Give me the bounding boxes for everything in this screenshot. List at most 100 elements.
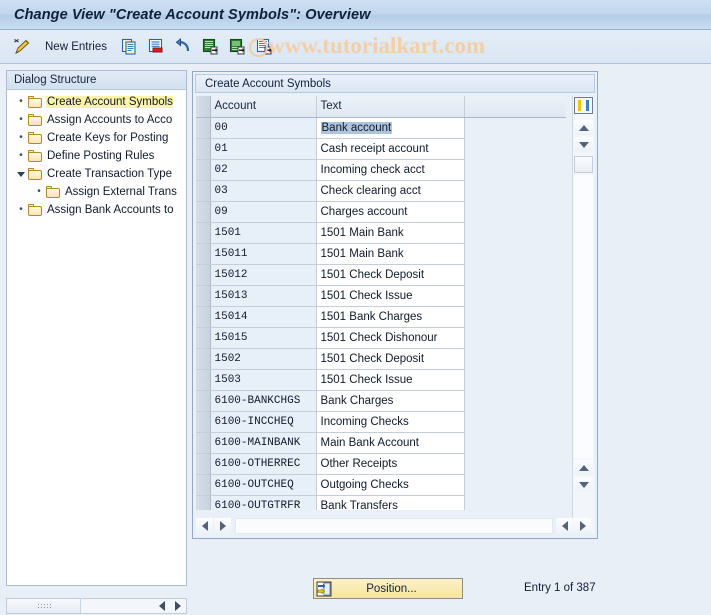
cell-account[interactable]: 15015 <box>210 327 317 349</box>
tree-item-assign-bank-accounts[interactable]: • Assign Bank Accounts to <box>7 201 186 219</box>
tree-item-create-transaction-type[interactable]: Create Transaction Type <box>7 165 186 183</box>
table-row[interactable]: 6100-MAINBANK Main Bank Account <box>196 432 566 454</box>
row-select-cell[interactable] <box>196 201 211 223</box>
row-select-cell[interactable] <box>196 285 211 307</box>
row-select-cell[interactable] <box>196 390 211 412</box>
sidebar-scroll-right-button[interactable] <box>170 599 186 613</box>
sidebar-scroll-left-button[interactable] <box>154 599 170 613</box>
row-select-cell[interactable] <box>196 432 211 454</box>
table-row[interactable]: 15011 1501 Main Bank <box>196 243 566 265</box>
row-select-cell[interactable] <box>196 474 211 496</box>
cell-account[interactable]: 1501 <box>210 222 317 244</box>
scroll-up-bottom-button[interactable] <box>574 460 593 475</box>
scroll-down-bottom-button[interactable] <box>574 477 593 492</box>
cell-text[interactable]: Bank account <box>316 117 465 139</box>
select-block-button[interactable] <box>224 34 251 60</box>
cell-account[interactable]: 02 <box>210 159 317 181</box>
table-row[interactable]: 15012 1501 Check Deposit <box>196 264 566 286</box>
cell-account[interactable]: 15013 <box>210 285 317 307</box>
table-row[interactable]: 1503 1501 Check Issue <box>196 369 566 391</box>
table-row[interactable]: 15013 1501 Check Issue <box>196 285 566 307</box>
cell-account[interactable]: 15011 <box>210 243 317 265</box>
cell-account[interactable]: 6100-MAINBANK <box>210 432 317 454</box>
cell-text[interactable]: 1501 Check Dishonour <box>316 327 465 349</box>
row-select-cell[interactable] <box>196 117 211 139</box>
cell-account[interactable]: 6100-OUTGTRFR <box>210 495 317 510</box>
new-entries-button[interactable]: New Entries <box>36 34 116 60</box>
cell-account[interactable]: 6100-BANKCHGS <box>210 390 317 412</box>
scroll-up-top-button[interactable] <box>574 120 593 135</box>
position-button[interactable]: Position... <box>313 578 463 599</box>
row-select-cell[interactable] <box>196 495 211 510</box>
row-select-cell[interactable] <box>196 180 211 202</box>
row-select-cell[interactable] <box>196 327 211 349</box>
scroll-track[interactable] <box>574 175 593 458</box>
row-select-cell[interactable] <box>196 411 211 433</box>
row-select-cell[interactable] <box>196 348 211 370</box>
cell-text[interactable]: Main Bank Account <box>316 432 465 454</box>
cell-text[interactable]: Incoming check acct <box>316 159 465 181</box>
table-horizontal-scrollbar[interactable] <box>196 517 592 534</box>
cell-text[interactable]: Check clearing acct <box>316 180 465 202</box>
table-row[interactable]: 01 Cash receipt account <box>196 138 566 160</box>
scroll-grip-handle[interactable] <box>7 599 81 613</box>
cell-account[interactable]: 6100-OTHERREC <box>210 453 317 475</box>
cell-account[interactable]: 00 <box>210 117 317 139</box>
undo-button[interactable] <box>170 34 197 60</box>
cell-account[interactable]: 6100-OUTCHEQ <box>210 474 317 496</box>
table-row[interactable]: 6100-INCCHEQ Incoming Checks <box>196 411 566 433</box>
cell-text[interactable]: 1501 Check Deposit <box>316 348 465 370</box>
cell-text[interactable]: 1501 Check Deposit <box>316 264 465 286</box>
table-row[interactable]: 6100-OUTCHEQ Outgoing Checks <box>196 474 566 496</box>
row-select-cell[interactable] <box>196 453 211 475</box>
row-select-cell[interactable] <box>196 159 211 181</box>
cell-account[interactable]: 1503 <box>210 369 317 391</box>
cell-text[interactable]: Charges account <box>316 201 465 223</box>
chevron-down-icon[interactable] <box>15 171 27 177</box>
cell-account[interactable]: 15014 <box>210 306 317 328</box>
cell-text[interactable]: 1501 Main Bank <box>316 222 465 244</box>
tree-item-create-keys-for-posting[interactable]: • Create Keys for Posting <box>7 129 186 147</box>
tree-item-assign-external-trans[interactable]: • Assign External Trans <box>7 183 186 201</box>
table-row[interactable]: 03 Check clearing acct <box>196 180 566 202</box>
cell-text[interactable]: 1501 Check Issue <box>316 369 465 391</box>
table-row[interactable]: 15014 1501 Bank Charges <box>196 306 566 328</box>
row-select-cell[interactable] <box>196 369 211 391</box>
table-row[interactable]: 02 Incoming check acct <box>196 159 566 181</box>
column-header-text[interactable]: Text <box>316 96 465 118</box>
row-select-cell[interactable] <box>196 264 211 286</box>
scroll-right-button[interactable] <box>214 517 231 534</box>
sidebar-horizontal-scrollbar[interactable] <box>6 598 187 614</box>
table-row[interactable]: 09 Charges account <box>196 201 566 223</box>
delete-button[interactable] <box>143 34 170 60</box>
table-row[interactable]: 15015 1501 Check Dishonour <box>196 327 566 349</box>
cell-text[interactable]: Cash receipt account <box>316 138 465 160</box>
cell-account[interactable]: 1502 <box>210 348 317 370</box>
cell-account[interactable]: 01 <box>210 138 317 160</box>
table-row[interactable]: 6100-OUTGTRFR Bank Transfers <box>196 495 566 510</box>
cell-text[interactable]: Bank Transfers <box>316 495 465 510</box>
row-select-cell[interactable] <box>196 138 211 160</box>
cell-text[interactable]: 1501 Main Bank <box>316 243 465 265</box>
cell-text[interactable]: Outgoing Checks <box>316 474 465 496</box>
scroll-thumb[interactable] <box>574 156 593 173</box>
row-select-cell[interactable] <box>196 243 211 265</box>
select-all-button[interactable] <box>197 34 224 60</box>
scroll-down-top-button[interactable] <box>574 137 593 152</box>
select-all-column-header[interactable] <box>196 96 211 118</box>
tree-item-create-account-symbols[interactable]: • Create Account Symbols <box>7 93 186 111</box>
cell-text[interactable]: 1501 Bank Charges <box>316 306 465 328</box>
table-row[interactable]: 6100-OTHERREC Other Receipts <box>196 453 566 475</box>
tree-item-assign-accounts[interactable]: • Assign Accounts to Acco <box>7 111 186 129</box>
tree-item-define-posting-rules[interactable]: • Define Posting Rules <box>7 147 186 165</box>
scroll-left-end-button[interactable] <box>556 517 573 534</box>
row-select-cell[interactable] <box>196 306 211 328</box>
column-header-account[interactable]: Account <box>210 96 317 118</box>
cell-account[interactable]: 03 <box>210 180 317 202</box>
cell-text[interactable]: Other Receipts <box>316 453 465 475</box>
scroll-right-end-button[interactable] <box>574 517 591 534</box>
cell-text[interactable]: Incoming Checks <box>316 411 465 433</box>
table-row[interactable]: 6100-BANKCHGS Bank Charges <box>196 390 566 412</box>
cell-account[interactable]: 6100-INCCHEQ <box>210 411 317 433</box>
horizontal-scroll-track[interactable] <box>235 517 553 534</box>
